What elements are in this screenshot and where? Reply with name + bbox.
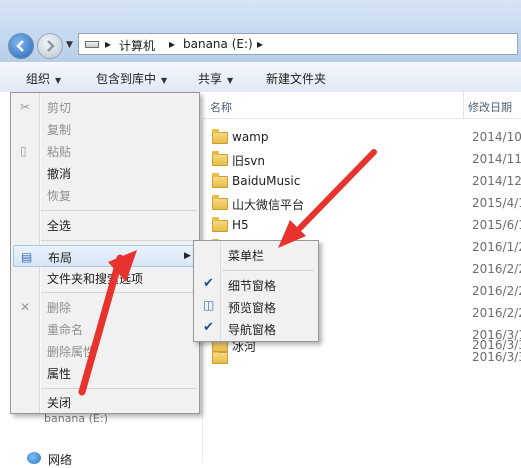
include-in-library-button[interactable]: 包含到库中 ▼ — [96, 70, 167, 87]
menu-separator — [41, 210, 197, 211]
back-arrow-icon — [16, 40, 24, 52]
organize-button[interactable]: 组织 ▼ — [26, 70, 61, 87]
menu-separator — [41, 292, 197, 293]
checkmark-icon: ✔ — [203, 320, 214, 335]
file-date: 2015/4/1 — [472, 196, 521, 210]
forward-button[interactable] — [37, 33, 63, 59]
file-row[interactable]: 旧svn 2014/11, — [210, 150, 521, 172]
menu-separator — [222, 270, 314, 271]
submenu-item-nav-pane[interactable]: ✔ 导航窗格 — [196, 318, 316, 340]
file-name: BaiduMusic — [232, 174, 301, 188]
chevron-down-icon: ▼ — [227, 76, 234, 85]
file-date: 2016/1/2 — [472, 240, 521, 254]
menu-item-undo[interactable]: 撤消 — [13, 162, 197, 184]
menu-item-close[interactable]: 关闭 — [13, 391, 197, 413]
file-row[interactable]: H5 2015/6/1 — [210, 216, 521, 238]
breadcrumb-separator-icon[interactable]: ▸ — [257, 37, 263, 51]
column-modified-header[interactable]: 修改日期 — [468, 99, 512, 115]
new-folder-button[interactable]: 新建文件夹 — [266, 70, 326, 87]
file-date: 2016/3/3 — [472, 338, 521, 352]
menu-item-folder-options[interactable]: 文件夹和搜索选项 — [13, 267, 197, 289]
submenu-item-details-pane[interactable]: ✔ 细节窗格 — [196, 274, 316, 296]
submenu-item-preview-pane[interactable]: ◫ 预览窗格 — [196, 296, 316, 318]
delete-x-icon: ✕ — [20, 300, 31, 314]
menu-item-delete[interactable]: ✕ 删除 — [13, 296, 197, 318]
address-bar-area: ▼ ▸ 计算机 ▸ banana (E:) ▸ — [0, 0, 521, 62]
folder-icon — [212, 129, 228, 144]
submenu-item-menubar[interactable]: 菜单栏 — [196, 244, 316, 266]
clipboard-icon: ▯ — [20, 144, 27, 158]
menu-item-paste[interactable]: ▯ 粘贴 — [13, 140, 197, 162]
breadcrumb-drive[interactable]: banana (E:) — [183, 37, 253, 51]
breadcrumb-separator-icon[interactable]: ▸ — [105, 37, 111, 51]
menu-item-select-all[interactable]: 全选 — [13, 214, 197, 236]
file-date: 2014/12, — [472, 174, 521, 188]
column-header-row: 名称 修改日期 — [202, 92, 521, 119]
folder-icon — [212, 217, 228, 232]
file-name: 山大微信平台 — [232, 198, 305, 212]
menu-item-copy[interactable]: 复制 — [13, 118, 197, 140]
folder-icon — [212, 173, 228, 188]
column-divider[interactable] — [463, 92, 464, 118]
breadcrumb-computer[interactable]: 计算机 — [119, 37, 155, 54]
file-name: wamp — [232, 130, 269, 144]
back-button[interactable] — [8, 33, 34, 59]
menu-item-layout[interactable]: ▤ 布局 ▶ — [13, 245, 197, 267]
menu-item-cut[interactable]: ✂ 剪切 — [13, 96, 197, 118]
network-icon — [27, 452, 41, 464]
file-date: 2015/6/1 — [472, 218, 521, 232]
layout-submenu: 菜单栏 ✔ 细节窗格 ◫ 预览窗格 ✔ 导航窗格 — [193, 240, 319, 342]
nav-network-item[interactable]: 网络 — [48, 451, 72, 468]
address-field[interactable]: ▸ 计算机 ▸ banana (E:) ▸ — [78, 33, 518, 55]
command-toolbar: 组织 ▼ 包含到库中 ▼ 共享 ▼ 新建文件夹 — [0, 62, 521, 93]
file-name: H5 — [232, 218, 249, 232]
menu-separator — [41, 388, 197, 389]
file-date: 2016/2/2 — [472, 284, 521, 298]
file-row[interactable]: BaiduMusic 2014/12, — [210, 172, 521, 194]
column-name-header[interactable]: 名称 — [210, 99, 232, 115]
layout-icon: ▤ — [21, 250, 33, 264]
folder-icon — [212, 195, 228, 210]
chevron-down-icon: ▼ — [161, 76, 168, 85]
file-row[interactable]: 山大微信平台 2015/4/1 — [210, 194, 521, 216]
share-button[interactable]: 共享 ▼ — [198, 70, 233, 87]
chevron-down-icon: ▼ — [55, 76, 62, 85]
file-date: 2016/2/2 — [472, 306, 521, 320]
organize-menu: ✂ 剪切 复制 ▯ 粘贴 撤消 恢复 全选 ▤ 布局 ▶ 文件夹和搜索选项 ✕ … — [10, 92, 200, 414]
menu-separator — [41, 240, 197, 241]
submenu-arrow-icon: ▶ — [184, 251, 191, 261]
file-date: 2014/10, — [472, 130, 521, 144]
forward-arrow-icon — [47, 40, 55, 52]
breadcrumb-separator-icon[interactable]: ▸ — [169, 37, 175, 51]
menu-item-remove-properties[interactable]: 删除属性 — [13, 340, 197, 362]
preview-pane-icon: ◫ — [203, 298, 215, 312]
file-date: 2014/11, — [472, 152, 521, 166]
history-dropdown-icon[interactable]: ▼ — [66, 40, 73, 50]
menu-item-rename[interactable]: 重命名 — [13, 318, 197, 340]
menu-item-properties[interactable]: 属性 — [13, 362, 197, 384]
menu-item-redo[interactable]: 恢复 — [13, 184, 197, 206]
checkmark-icon: ✔ — [203, 276, 214, 291]
folder-icon — [212, 151, 228, 166]
drive-icon — [85, 41, 99, 48]
file-row[interactable]: wamp 2014/10, — [210, 128, 521, 150]
file-date: 2016/2/2 — [472, 262, 521, 276]
scissors-icon: ✂ — [20, 100, 31, 114]
file-name: 旧svn — [232, 154, 265, 168]
